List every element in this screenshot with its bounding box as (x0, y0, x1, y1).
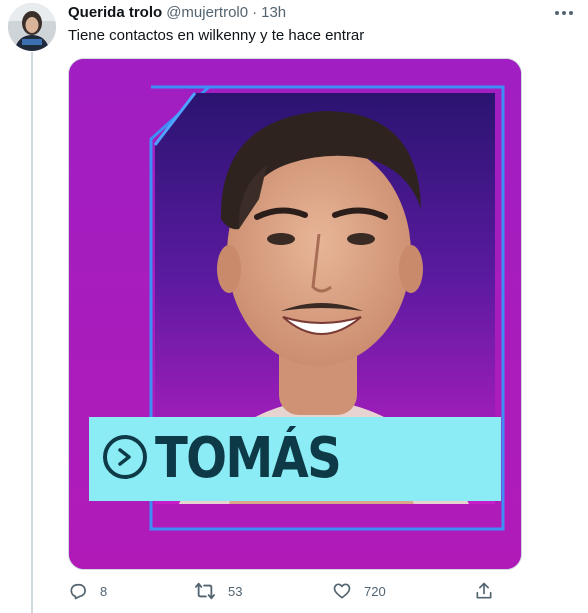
separator-dot: · (252, 4, 258, 21)
retweet-icon (195, 582, 215, 600)
retweet-count: 53 (228, 583, 243, 599)
reply-count: 8 (100, 583, 108, 599)
retweet-button[interactable]: 53 (194, 576, 242, 606)
contestant-name: TOMÁS (155, 426, 342, 491)
thread-line (31, 52, 33, 613)
like-button[interactable]: 720 (332, 576, 386, 606)
tweet-text: Tiene contactos en wilkenny y te hace en… (68, 27, 365, 44)
name-banner: TOMÁS (89, 417, 501, 501)
avatar-photo (8, 3, 56, 51)
user-handle[interactable]: @mujertrol0 (166, 4, 248, 22)
display-name[interactable]: Querida trolo (68, 4, 162, 22)
timestamp[interactable]: 13h (261, 4, 286, 22)
reply-button[interactable]: 8 (68, 576, 107, 606)
tweet-header: Querida trolo @mujertrol0 · 13h (68, 4, 286, 22)
share-button[interactable] (474, 576, 506, 606)
more-icon[interactable] (552, 2, 576, 24)
reply-icon (70, 583, 86, 600)
tweet-media[interactable]: TOMÁS (68, 58, 522, 570)
share-icon (476, 582, 492, 599)
avatar[interactable] (8, 3, 56, 51)
heart-icon (333, 583, 351, 599)
chevron-right-circle-icon (103, 435, 147, 479)
like-count: 720 (364, 583, 386, 599)
